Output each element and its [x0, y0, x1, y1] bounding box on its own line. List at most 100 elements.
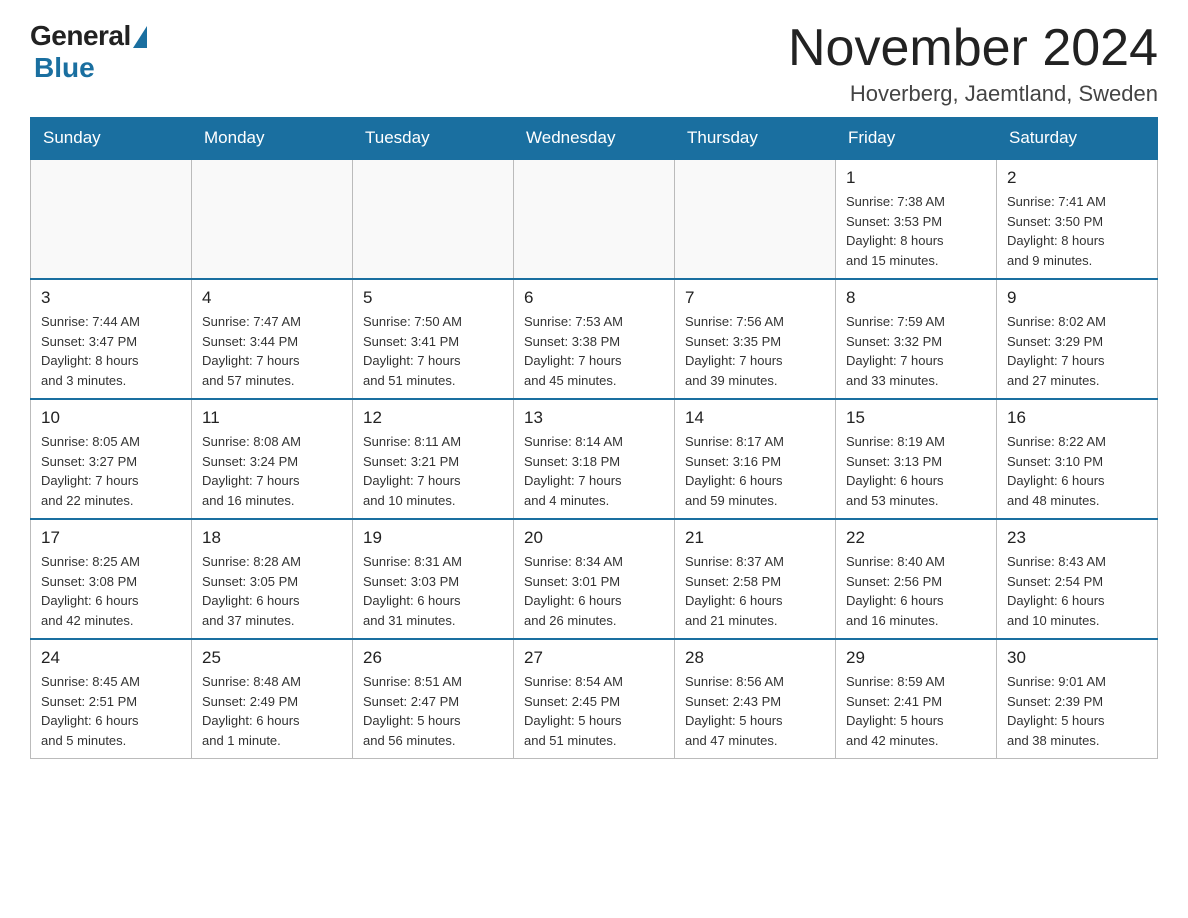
weekday-header-tuesday: Tuesday [353, 118, 514, 160]
page-header: General Blue November 2024 Hoverberg, Ja… [30, 20, 1158, 107]
day-info: Sunrise: 8:48 AMSunset: 2:49 PMDaylight:… [202, 672, 342, 750]
calendar-cell: 27 Sunrise: 8:54 AMSunset: 2:45 PMDayligh… [514, 639, 675, 759]
day-number: 17 [41, 528, 181, 548]
day-info: Sunrise: 7:50 AMSunset: 3:41 PMDaylight:… [363, 312, 503, 390]
day-number: 18 [202, 528, 342, 548]
day-number: 21 [685, 528, 825, 548]
day-number: 29 [846, 648, 986, 668]
calendar-cell: 23 Sunrise: 8:43 AMSunset: 2:54 PMDayligh… [997, 519, 1158, 639]
day-info: Sunrise: 8:19 AMSunset: 3:13 PMDaylight:… [846, 432, 986, 510]
calendar-cell [675, 159, 836, 279]
day-number: 20 [524, 528, 664, 548]
weekday-header-wednesday: Wednesday [514, 118, 675, 160]
calendar-row-1: 3Sunrise: 7:44 AMSunset: 3:47 PMDaylight… [31, 279, 1158, 399]
calendar-header-row: SundayMondayTuesdayWednesdayThursdayFrid… [31, 118, 1158, 160]
day-number: 24 [41, 648, 181, 668]
day-info: Sunrise: 8:59 AMSunset: 2:41 PMDaylight:… [846, 672, 986, 750]
day-info: Sunrise: 7:44 AMSunset: 3:47 PMDaylight:… [41, 312, 181, 390]
calendar-cell: 2Sunrise: 7:41 AMSunset: 3:50 PMDaylight… [997, 159, 1158, 279]
day-number: 5 [363, 288, 503, 308]
day-number: 15 [846, 408, 986, 428]
day-number: 11 [202, 408, 342, 428]
calendar-cell: 9 Sunrise: 8:02 AMSunset: 3:29 PMDaylight… [997, 279, 1158, 399]
day-info: Sunrise: 8:14 AMSunset: 3:18 PMDaylight:… [524, 432, 664, 510]
weekday-header-friday: Friday [836, 118, 997, 160]
day-info: Sunrise: 7:47 AMSunset: 3:44 PMDaylight:… [202, 312, 342, 390]
calendar-cell: 10 Sunrise: 8:05 AMSunset: 3:27 PMDayligh… [31, 399, 192, 519]
day-number: 13 [524, 408, 664, 428]
calendar-row-0: 1 Sunrise: 7:38 AMSunset: 3:53 PMDaylight… [31, 159, 1158, 279]
day-number: 14 [685, 408, 825, 428]
day-info: Sunrise: 8:05 AMSunset: 3:27 PMDaylight:… [41, 432, 181, 510]
day-info: Sunrise: 8:08 AMSunset: 3:24 PMDaylight:… [202, 432, 342, 510]
calendar-cell: 19 Sunrise: 8:31 AMSunset: 3:03 PMDayligh… [353, 519, 514, 639]
calendar-cell: 15 Sunrise: 8:19 AMSunset: 3:13 PMDayligh… [836, 399, 997, 519]
calendar-table: SundayMondayTuesdayWednesdayThursdayFrid… [30, 117, 1158, 759]
weekday-header-sunday: Sunday [31, 118, 192, 160]
calendar-cell: 4 Sunrise: 7:47 AMSunset: 3:44 PMDaylight… [192, 279, 353, 399]
day-info: Sunrise: 8:11 AMSunset: 3:21 PMDaylight:… [363, 432, 503, 510]
calendar-cell: 13 Sunrise: 8:14 AMSunset: 3:18 PMDayligh… [514, 399, 675, 519]
day-number: 12 [363, 408, 503, 428]
day-info: Sunrise: 7:59 AMSunset: 3:32 PMDaylight:… [846, 312, 986, 390]
day-info: Sunrise: 8:56 AMSunset: 2:43 PMDaylight:… [685, 672, 825, 750]
logo-triangle-icon [133, 26, 147, 48]
calendar-cell: 7Sunrise: 7:56 AMSunset: 3:35 PMDaylight… [675, 279, 836, 399]
day-info: Sunrise: 8:02 AMSunset: 3:29 PMDaylight:… [1007, 312, 1147, 390]
day-info: Sunrise: 7:53 AMSunset: 3:38 PMDaylight:… [524, 312, 664, 390]
calendar-cell: 1 Sunrise: 7:38 AMSunset: 3:53 PMDaylight… [836, 159, 997, 279]
calendar-cell: 20 Sunrise: 8:34 AMSunset: 3:01 PMDayligh… [514, 519, 675, 639]
day-number: 25 [202, 648, 342, 668]
day-number: 1 [846, 168, 986, 188]
calendar-cell: 14Sunrise: 8:17 AMSunset: 3:16 PMDayligh… [675, 399, 836, 519]
day-info: Sunrise: 8:51 AMSunset: 2:47 PMDaylight:… [363, 672, 503, 750]
calendar-cell: 16 Sunrise: 8:22 AMSunset: 3:10 PMDayligh… [997, 399, 1158, 519]
day-info: Sunrise: 8:54 AMSunset: 2:45 PMDaylight:… [524, 672, 664, 750]
day-info: Sunrise: 8:34 AMSunset: 3:01 PMDaylight:… [524, 552, 664, 630]
day-info: Sunrise: 8:25 AMSunset: 3:08 PMDaylight:… [41, 552, 181, 630]
logo-blue-text: Blue [34, 52, 95, 84]
day-number: 22 [846, 528, 986, 548]
calendar-cell: 11 Sunrise: 8:08 AMSunset: 3:24 PMDayligh… [192, 399, 353, 519]
calendar-cell [353, 159, 514, 279]
day-number: 27 [524, 648, 664, 668]
weekday-header-monday: Monday [192, 118, 353, 160]
weekday-header-thursday: Thursday [675, 118, 836, 160]
calendar-cell: 28 Sunrise: 8:56 AMSunset: 2:43 PMDayligh… [675, 639, 836, 759]
day-number: 4 [202, 288, 342, 308]
calendar-cell: 29 Sunrise: 8:59 AMSunset: 2:41 PMDayligh… [836, 639, 997, 759]
calendar-row-3: 17 Sunrise: 8:25 AMSunset: 3:08 PMDayligh… [31, 519, 1158, 639]
calendar-cell: 18 Sunrise: 8:28 AMSunset: 3:05 PMDayligh… [192, 519, 353, 639]
calendar-cell: 24Sunrise: 8:45 AMSunset: 2:51 PMDayligh… [31, 639, 192, 759]
day-info: Sunrise: 8:22 AMSunset: 3:10 PMDaylight:… [1007, 432, 1147, 510]
day-number: 23 [1007, 528, 1147, 548]
day-info: Sunrise: 7:38 AMSunset: 3:53 PMDaylight:… [846, 192, 986, 270]
day-number: 8 [846, 288, 986, 308]
calendar-row-4: 24Sunrise: 8:45 AMSunset: 2:51 PMDayligh… [31, 639, 1158, 759]
day-info: Sunrise: 8:37 AMSunset: 2:58 PMDaylight:… [685, 552, 825, 630]
calendar-cell: 21 Sunrise: 8:37 AMSunset: 2:58 PMDayligh… [675, 519, 836, 639]
day-info: Sunrise: 9:01 AMSunset: 2:39 PMDaylight:… [1007, 672, 1147, 750]
calendar-cell: 30 Sunrise: 9:01 AMSunset: 2:39 PMDayligh… [997, 639, 1158, 759]
calendar-cell: 5 Sunrise: 7:50 AMSunset: 3:41 PMDaylight… [353, 279, 514, 399]
day-number: 16 [1007, 408, 1147, 428]
calendar-cell: 6 Sunrise: 7:53 AMSunset: 3:38 PMDaylight… [514, 279, 675, 399]
day-number: 28 [685, 648, 825, 668]
title-block: November 2024 Hoverberg, Jaemtland, Swed… [788, 20, 1158, 107]
day-info: Sunrise: 8:28 AMSunset: 3:05 PMDaylight:… [202, 552, 342, 630]
day-info: Sunrise: 7:56 AMSunset: 3:35 PMDaylight:… [685, 312, 825, 390]
day-info: Sunrise: 8:43 AMSunset: 2:54 PMDaylight:… [1007, 552, 1147, 630]
day-number: 30 [1007, 648, 1147, 668]
day-number: 10 [41, 408, 181, 428]
calendar-cell: 3Sunrise: 7:44 AMSunset: 3:47 PMDaylight… [31, 279, 192, 399]
day-number: 19 [363, 528, 503, 548]
calendar-cell: 12 Sunrise: 8:11 AMSunset: 3:21 PMDayligh… [353, 399, 514, 519]
day-info: Sunrise: 8:31 AMSunset: 3:03 PMDaylight:… [363, 552, 503, 630]
weekday-header-saturday: Saturday [997, 118, 1158, 160]
calendar-cell: 25 Sunrise: 8:48 AMSunset: 2:49 PMDayligh… [192, 639, 353, 759]
calendar-cell: 22Sunrise: 8:40 AMSunset: 2:56 PMDayligh… [836, 519, 997, 639]
day-number: 2 [1007, 168, 1147, 188]
calendar-cell [31, 159, 192, 279]
day-number: 6 [524, 288, 664, 308]
day-number: 9 [1007, 288, 1147, 308]
